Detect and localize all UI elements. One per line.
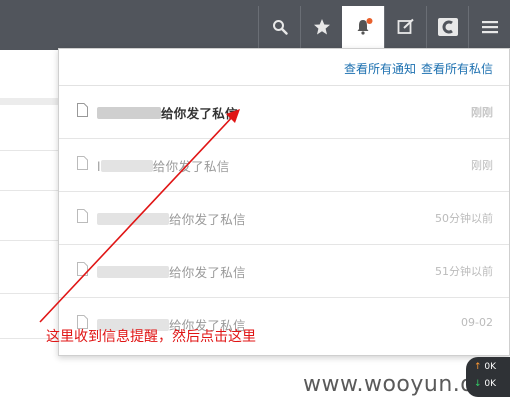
download-speed: 0K — [484, 379, 497, 389]
upload-speed: 0K — [484, 362, 497, 372]
annotation-arrow — [39, 109, 240, 323]
download-arrow-icon: ↓ — [474, 379, 482, 389]
annotation-text: 这里收到信息提醒，然后点击这里 — [46, 329, 256, 345]
upload-arrow-icon: ↑ — [474, 362, 482, 372]
network-speed-widget: ↑ 0K ↓ 0K — [466, 357, 510, 397]
